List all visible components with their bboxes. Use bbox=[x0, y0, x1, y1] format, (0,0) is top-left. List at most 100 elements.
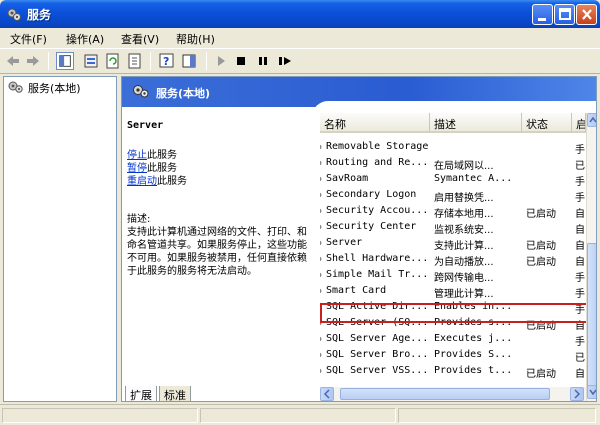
menu-bar: 文件(F) 操作(A) 查看(V) 帮助(H) bbox=[0, 28, 600, 48]
row-cell-start: 自 bbox=[575, 241, 585, 252]
services-list[interactable]: 名称 描述 状态 启 Removable Storage 手 Routing and… bbox=[320, 113, 586, 385]
export-list-icon[interactable] bbox=[126, 52, 144, 70]
show-tree-icon[interactable] bbox=[56, 52, 74, 70]
row-cell-name: Shell Hardware... bbox=[326, 253, 429, 264]
table-row[interactable]: SQL Server Bro... Provides S... 已 bbox=[320, 347, 586, 364]
row-cell-name: Routing and Re... bbox=[326, 157, 429, 168]
vertical-scrollbar[interactable] bbox=[586, 113, 596, 401]
row-cell-start: 手 bbox=[575, 273, 585, 284]
service-gear-icon bbox=[320, 272, 322, 278]
row-cell-name: SQL Server Bro... bbox=[326, 349, 429, 360]
action-text: 此服务 bbox=[147, 163, 177, 174]
scroll-right-button[interactable] bbox=[570, 387, 584, 401]
row-cell-status: 已启动 bbox=[526, 257, 556, 268]
action-text: 此服务 bbox=[157, 176, 187, 187]
row-cell-name: Smart Card bbox=[326, 285, 387, 296]
row-cell-name: Security Accou... bbox=[326, 205, 429, 216]
status-bar bbox=[0, 404, 600, 425]
table-row[interactable]: Removable Storage 手 bbox=[320, 139, 586, 156]
row-cell-start: 手 bbox=[575, 145, 585, 156]
service-gear-icon bbox=[320, 192, 322, 198]
row-cell-name: Secondary Logon bbox=[326, 189, 417, 200]
menu-help[interactable]: 帮助(H) bbox=[176, 31, 215, 47]
table-row[interactable]: Simple Mail Tr... 跨网传输电... 手 bbox=[320, 267, 586, 284]
stop-link[interactable]: 停止 bbox=[127, 150, 147, 161]
title-bar[interactable]: 服务 bbox=[0, 0, 600, 28]
row-cell-name: SQL Server Age... bbox=[326, 333, 429, 344]
row-cell-start: 自 bbox=[575, 369, 585, 380]
console-tree[interactable]: 服务(本地) bbox=[3, 76, 117, 402]
restart-service-action: 重启动此服务 bbox=[127, 175, 187, 188]
row-cell-start: 手 bbox=[575, 193, 585, 204]
row-cell-start: 手 bbox=[575, 337, 585, 348]
column-label: 名称 bbox=[324, 118, 346, 131]
scroll-up-button[interactable] bbox=[587, 113, 596, 127]
refresh-icon[interactable] bbox=[104, 52, 122, 70]
row-cell-name: SavRoam bbox=[326, 173, 369, 184]
table-row[interactable]: SavRoam Symantec A... 手 bbox=[320, 171, 586, 188]
column-header-status[interactable]: 状态 bbox=[522, 113, 572, 133]
row-cell-desc: Provides S... bbox=[434, 349, 513, 360]
start-service-icon[interactable] bbox=[212, 52, 230, 70]
table-row[interactable]: Server 支持此计算... 已启动 自 bbox=[320, 235, 586, 252]
restart-link[interactable]: 重启动 bbox=[127, 176, 157, 187]
row-cell-desc: 在局域网以... bbox=[434, 161, 494, 172]
menu-view[interactable]: 查看(V) bbox=[121, 31, 159, 47]
column-header-description[interactable]: 描述 bbox=[430, 113, 522, 133]
row-cell-start: 已 bbox=[575, 161, 585, 172]
window-title: 服务 bbox=[27, 8, 52, 22]
table-row[interactable]: Routing and Re... 在局域网以... 已 bbox=[320, 155, 586, 172]
table-row[interactable]: Smart Card 管理此计算... 手 bbox=[320, 283, 586, 300]
back-arrow-icon[interactable] bbox=[4, 52, 22, 70]
show-action-pane-icon[interactable] bbox=[180, 52, 198, 70]
tab-standard[interactable]: 标准 bbox=[159, 386, 191, 402]
vertical-scroll-thumb[interactable] bbox=[587, 243, 596, 393]
row-cell-status: 已启动 bbox=[526, 369, 556, 380]
help-icon[interactable]: ? bbox=[158, 52, 176, 70]
close-icon bbox=[582, 9, 592, 20]
column-header-startup[interactable]: 启 bbox=[572, 113, 586, 133]
maximize-button[interactable] bbox=[554, 4, 575, 25]
arrow-right-icon bbox=[574, 389, 581, 399]
table-row[interactable]: Secondary Logon 启用替换凭... 手 bbox=[320, 187, 586, 204]
stop-service-action: 停止此服务 bbox=[127, 149, 177, 162]
service-gear-icon bbox=[320, 160, 322, 166]
pause-service-icon[interactable] bbox=[254, 52, 272, 70]
status-cell bbox=[398, 408, 596, 423]
close-button[interactable] bbox=[576, 4, 597, 25]
row-cell-desc: Executes j... bbox=[434, 333, 513, 344]
service-gear-icon bbox=[320, 336, 322, 342]
arrow-down-icon bbox=[589, 389, 596, 396]
table-row[interactable]: SQL Server VSS... Provides t... 已启动 自 bbox=[320, 363, 586, 380]
row-cell-desc: 管理此计算... bbox=[434, 289, 494, 300]
row-cell-desc: 监视系统安... bbox=[434, 225, 494, 236]
table-row[interactable]: Security Accou... 存储本地用... 已启动 自 bbox=[320, 203, 586, 220]
description-label: 描述: bbox=[127, 214, 151, 225]
status-cell bbox=[200, 408, 396, 423]
column-label: 描述 bbox=[434, 118, 456, 131]
restart-service-icon[interactable] bbox=[276, 52, 294, 70]
stop-service-icon[interactable] bbox=[232, 52, 250, 70]
selected-service-name: Server bbox=[127, 120, 164, 131]
minimize-button[interactable] bbox=[532, 4, 553, 25]
properties-icon[interactable] bbox=[82, 52, 100, 70]
details-pane: 服务(本地) Server 停止此服务 暂停此服务 重启动此服务 描述: 支持此… bbox=[121, 76, 597, 402]
pause-link[interactable]: 暂停 bbox=[127, 163, 147, 174]
table-row[interactable]: Security Center 监视系统安... 自 bbox=[320, 219, 586, 236]
service-gear-icon bbox=[320, 176, 322, 182]
row-cell-desc: Provides t... bbox=[434, 365, 513, 376]
table-row[interactable]: Shell Hardware... 为自动播放... 已启动 自 bbox=[320, 251, 586, 268]
row-cell-desc: 启用替换凭... bbox=[434, 193, 494, 204]
menu-file[interactable]: 文件(F) bbox=[10, 31, 47, 47]
menu-action[interactable]: 操作(A) bbox=[66, 31, 104, 47]
row-cell-start: 自 bbox=[575, 225, 585, 236]
tree-item-label: 服务(本地) bbox=[28, 82, 81, 95]
column-header-name[interactable]: 名称 bbox=[320, 113, 430, 133]
row-cell-name: SQL Server VSS... bbox=[326, 365, 429, 376]
scroll-down-button[interactable] bbox=[587, 385, 596, 399]
tab-extended[interactable]: 扩展 bbox=[125, 386, 157, 402]
forward-arrow-icon[interactable] bbox=[24, 52, 42, 70]
table-row[interactable]: SQL Server Age... Executes j... 手 bbox=[320, 331, 586, 348]
minimize-icon bbox=[538, 18, 546, 21]
row-cell-status: 已启动 bbox=[526, 209, 556, 220]
